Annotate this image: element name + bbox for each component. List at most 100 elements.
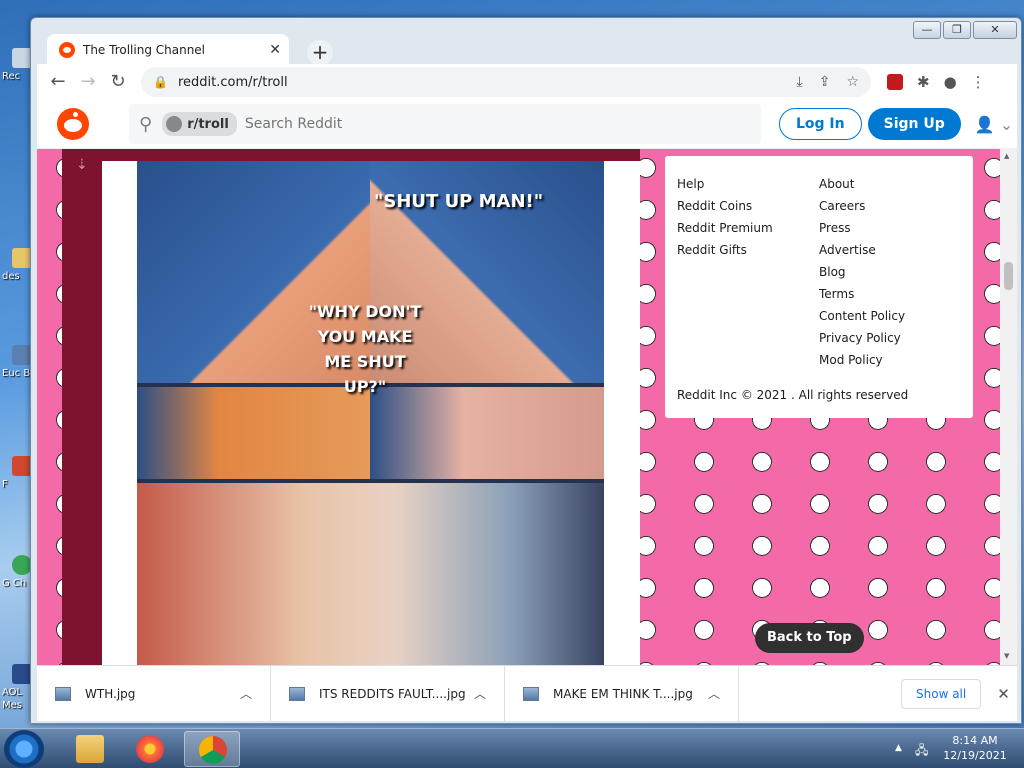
chrome-icon: [199, 736, 227, 764]
footer-links-card: Help Reddit Coins Reddit Premium Reddit …: [665, 156, 973, 418]
subreddit-filter-chip[interactable]: r/troll: [162, 112, 237, 136]
install-app-icon[interactable]: ⤓: [797, 74, 803, 90]
meme-panel-mid-left: [137, 387, 370, 479]
footer-link-reddit-premium[interactable]: Reddit Premium: [677, 217, 819, 239]
start-button[interactable]: [4, 730, 44, 768]
reddit-search-bar[interactable]: ⚲ r/troll: [129, 104, 761, 144]
download-filename: MAKE EM THINK T....jpg: [553, 686, 693, 701]
new-tab-button[interactable]: +: [307, 40, 333, 66]
show-all-downloads-button[interactable]: Show all: [901, 678, 982, 709]
image-file-icon: [55, 686, 71, 701]
footer-links: Help Reddit Coins Reddit Premium Reddit …: [677, 173, 961, 371]
address-bar[interactable]: 🔒 reddit.com/r/troll ⤓ ⇪ ☆: [141, 67, 871, 97]
recycle-bin-icon: [12, 48, 32, 68]
back-to-top-button[interactable]: Back to Top: [755, 623, 864, 653]
clock-time: 8:14 AM: [952, 734, 998, 747]
url-text[interactable]: reddit.com/r/troll: [178, 75, 781, 90]
browser-window: — ❐ ✕ The Trolling Channel ✕ + ← → ↻ 🔒 r…: [30, 17, 1022, 724]
youtube-extension-icon[interactable]: [887, 74, 903, 90]
show-hidden-icons-icon[interactable]: ▲: [895, 743, 902, 753]
forward-button[interactable]: →: [73, 67, 103, 97]
search-input[interactable]: [244, 116, 545, 132]
clock-date: 12/19/2021: [943, 749, 1007, 762]
chevron-up-icon[interactable]: ︿: [474, 685, 486, 702]
reddit-logo-icon[interactable]: [57, 108, 89, 140]
browser-menu-icon[interactable]: ⋮: [971, 73, 986, 91]
profile-avatar-icon[interactable]: ●: [944, 73, 957, 91]
extensions-puzzle-icon[interactable]: ✱: [917, 73, 930, 91]
signup-button[interactable]: Sign Up: [867, 108, 961, 140]
reddit-page: ⚲ r/troll Log In Sign Up 👤 ⌄ ⇣: [37, 100, 1017, 665]
footer-link-advertise[interactable]: Advertise: [819, 239, 961, 261]
upvote-arrow-icon[interactable]: ⇣: [76, 157, 88, 173]
bookmark-star-icon[interactable]: ☆: [846, 74, 859, 90]
login-button[interactable]: Log In: [779, 108, 862, 140]
footer-link-careers[interactable]: Careers: [819, 195, 961, 217]
download-item[interactable]: WTH.jpg ︿: [37, 665, 271, 722]
footer-link-terms[interactable]: Terms: [819, 283, 961, 305]
taskbar-firefox[interactable]: [122, 731, 178, 767]
network-icon[interactable]: 🖧: [915, 741, 928, 762]
footer-column-2: About Careers Press Advertise Blog Terms…: [819, 173, 961, 371]
shortcut-icon: [12, 248, 32, 268]
download-filename: WTH.jpg: [85, 686, 136, 701]
taskbar-chrome[interactable]: [184, 731, 240, 767]
reload-button[interactable]: ↻: [103, 67, 133, 97]
vote-column: ⇣: [62, 149, 102, 665]
share-icon[interactable]: ⇪: [819, 74, 831, 90]
subreddit-content: ⇣ "SHUT UP MAN!" "WHY DON'T YOU MAKE ME …: [37, 149, 1000, 665]
close-window-button[interactable]: ✕: [973, 21, 1017, 39]
user-menu-dropdown[interactable]: 👤 ⌄: [975, 115, 1013, 134]
windows-taskbar: ▲ 🖧 8:14 AM 12/19/2021: [0, 728, 1024, 768]
troll-subreddit-icon: [166, 116, 183, 132]
download-item[interactable]: MAKE EM THINK T....jpg ︿: [505, 665, 739, 722]
app-shortcut-icon: [12, 345, 32, 365]
aol-shortcut-icon: [12, 664, 32, 684]
system-clock[interactable]: 8:14 AM 12/19/2021: [940, 733, 1010, 763]
downloads-bar: WTH.jpg ︿ ITS REDDITS FAULT....jpg ︿ MAK…: [37, 665, 1017, 722]
tab-trolling-channel[interactable]: The Trolling Channel ✕: [47, 34, 289, 66]
footer-link-blog[interactable]: Blog: [819, 261, 961, 283]
footer-link-privacy-policy[interactable]: Privacy Policy: [819, 327, 961, 349]
reddit-header: ⚲ r/troll Log In Sign Up 👤 ⌄: [37, 100, 1017, 149]
chrome-shortcut-icon: [12, 555, 32, 575]
meme-caption-top: "SHUT UP MAN!": [374, 191, 544, 212]
back-button[interactable]: ←: [43, 67, 73, 97]
image-file-icon: [523, 686, 539, 701]
footer-link-mod-policy[interactable]: Mod Policy: [819, 349, 961, 371]
scroll-down-arrow-icon[interactable]: ▼: [1004, 652, 1009, 660]
tab-title: The Trolling Channel: [83, 43, 206, 57]
footer-link-about[interactable]: About: [819, 173, 961, 195]
chevron-up-icon[interactable]: ︿: [708, 685, 720, 702]
copyright-text: Reddit Inc © 2021 . All rights reserved: [677, 388, 909, 402]
chevron-down-icon: ⌄: [994, 114, 1014, 134]
search-icon: ⚲: [139, 113, 153, 135]
meme-panel-bottom: [137, 483, 604, 665]
scroll-up-arrow-icon[interactable]: ▲: [1004, 152, 1009, 160]
tab-strip: The Trolling Channel ✕ +: [37, 30, 967, 66]
download-item[interactable]: ITS REDDITS FAULT....jpg ︿: [271, 665, 505, 722]
lock-icon[interactable]: 🔒: [153, 75, 168, 89]
tab-close-icon[interactable]: ✕: [269, 42, 281, 58]
post-meme-image[interactable]: "SHUT UP MAN!" "WHY DON'T YOU MAKE ME SH…: [137, 161, 604, 665]
reddit-favicon-icon: [59, 42, 75, 58]
user-icon: 👤: [974, 114, 995, 134]
post-card[interactable]: "SHUT UP MAN!" "WHY DON'T YOU MAKE ME SH…: [102, 161, 640, 665]
image-file-icon: [289, 686, 305, 701]
footer-link-help[interactable]: Help: [677, 173, 819, 195]
page-scrollbar[interactable]: ▲ ▼: [1000, 149, 1017, 665]
close-downloads-icon[interactable]: ✕: [997, 685, 1010, 703]
firefox-icon: [136, 735, 164, 763]
footer-link-content-policy[interactable]: Content Policy: [819, 305, 961, 327]
download-filename: ITS REDDITS FAULT....jpg: [319, 686, 466, 701]
footer-link-press[interactable]: Press: [819, 217, 961, 239]
meme-panel-mid-right: [370, 387, 604, 479]
scrollbar-thumb[interactable]: [1004, 262, 1013, 290]
taskbar-file-explorer[interactable]: [62, 731, 118, 767]
chevron-up-icon[interactable]: ︿: [240, 685, 252, 702]
footer-link-reddit-gifts[interactable]: Reddit Gifts: [677, 239, 819, 261]
footer-link-reddit-coins[interactable]: Reddit Coins: [677, 195, 819, 217]
subreddit-chip-label: r/troll: [187, 116, 229, 132]
banner-strip: [62, 149, 640, 161]
footer-column-1: Help Reddit Coins Reddit Premium Reddit …: [677, 173, 819, 371]
